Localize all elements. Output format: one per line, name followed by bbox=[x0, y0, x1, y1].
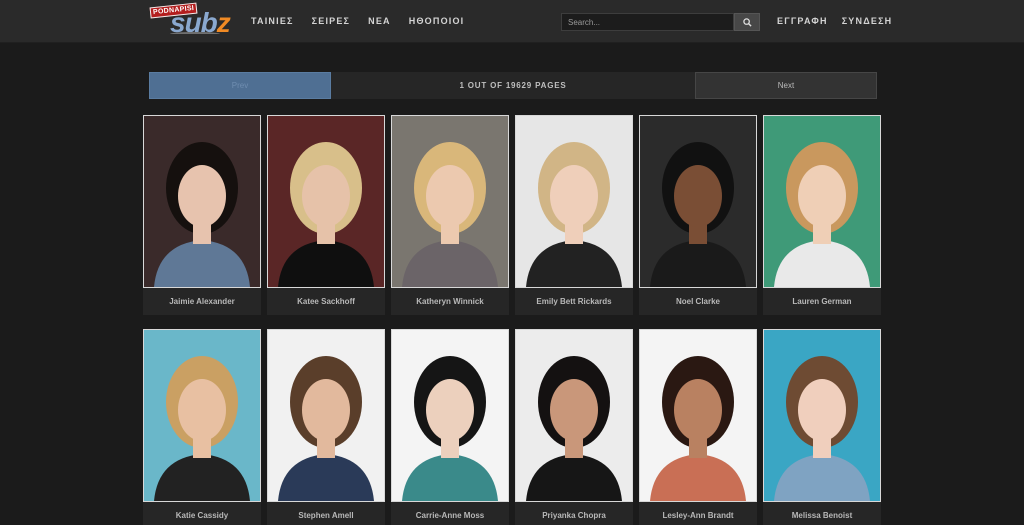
actor-card[interactable]: Lauren German bbox=[763, 115, 881, 315]
actor-name[interactable]: Emily Bett Rickards bbox=[515, 288, 633, 315]
pagination: Prev 1 OUT OF 19629 PAGES Next bbox=[149, 72, 877, 99]
actor-card[interactable]: Melissa Benoist bbox=[763, 329, 881, 525]
login-link[interactable]: ΣΥΝΔΕΣΗ bbox=[842, 16, 893, 26]
actor-photo[interactable] bbox=[639, 329, 757, 502]
actor-name[interactable]: Lauren German bbox=[763, 288, 881, 315]
actor-name[interactable]: Priyanka Chopra bbox=[515, 502, 633, 525]
site-logo[interactable]: PODNAPISI subz bbox=[149, 2, 240, 41]
actor-name[interactable]: Carrie-Anne Moss bbox=[391, 502, 509, 525]
actor-photo[interactable] bbox=[763, 329, 881, 502]
actor-name[interactable]: Katee Sackhoff bbox=[267, 288, 385, 315]
logo-swoosh bbox=[170, 32, 220, 36]
actor-name[interactable]: Lesley-Ann Brandt bbox=[639, 502, 757, 525]
nav-item-movies[interactable]: ΤΑΙΝΙΕΣ bbox=[251, 16, 294, 26]
actor-photo[interactable] bbox=[267, 329, 385, 502]
actor-card[interactable]: Lesley-Ann Brandt bbox=[639, 329, 757, 525]
search-icon bbox=[743, 18, 752, 27]
register-link[interactable]: ΕΓΓΡΑΦΗ bbox=[777, 16, 828, 26]
actor-photo[interactable] bbox=[143, 329, 261, 502]
actor-card[interactable]: Stephen Amell bbox=[267, 329, 385, 525]
main-nav: ΤΑΙΝΙΕΣ ΣΕΙΡΕΣ ΝΕΑ ΗΘΟΠΟΙΟΙ bbox=[251, 16, 464, 26]
actor-card[interactable]: Jaimie Alexander bbox=[143, 115, 261, 315]
actor-name[interactable]: Katie Cassidy bbox=[143, 502, 261, 525]
search-input[interactable] bbox=[561, 13, 734, 31]
search-button[interactable] bbox=[734, 13, 760, 31]
actor-card[interactable]: Carrie-Anne Moss bbox=[391, 329, 509, 525]
actor-photo[interactable] bbox=[391, 115, 509, 288]
actor-name[interactable]: Stephen Amell bbox=[267, 502, 385, 525]
actor-grid: Jaimie Alexander Katee Sackhoff Katheryn W… bbox=[143, 115, 883, 525]
actor-card[interactable]: Katee Sackhoff bbox=[267, 115, 385, 315]
actor-name[interactable]: Jaimie Alexander bbox=[143, 288, 261, 315]
actor-photo[interactable] bbox=[763, 115, 881, 288]
actor-photo[interactable] bbox=[639, 115, 757, 288]
actor-photo[interactable] bbox=[515, 115, 633, 288]
actor-card[interactable]: Priyanka Chopra bbox=[515, 329, 633, 525]
actor-name[interactable]: Melissa Benoist bbox=[763, 502, 881, 525]
actor-card[interactable]: Noel Clarke bbox=[639, 115, 757, 315]
page-info: 1 OUT OF 19629 PAGES bbox=[331, 72, 695, 99]
next-button[interactable]: Next bbox=[695, 72, 877, 99]
actor-card[interactable]: Katheryn Winnick bbox=[391, 115, 509, 315]
actor-photo[interactable] bbox=[515, 329, 633, 502]
nav-item-news[interactable]: ΝΕΑ bbox=[368, 16, 391, 26]
actor-card[interactable]: Emily Bett Rickards bbox=[515, 115, 633, 315]
actor-photo[interactable] bbox=[267, 115, 385, 288]
auth-links: ΕΓΓΡΑΦΗ ΣΥΝΔΕΣΗ bbox=[777, 16, 892, 26]
top-navigation-bar: PODNAPISI subz ΤΑΙΝΙΕΣ ΣΕΙΡΕΣ ΝΕΑ ΗΘΟΠΟΙ… bbox=[0, 0, 1024, 43]
actor-card[interactable]: Katie Cassidy bbox=[143, 329, 261, 525]
actor-photo[interactable] bbox=[143, 115, 261, 288]
actor-photo[interactable] bbox=[391, 329, 509, 502]
actor-name[interactable]: Noel Clarke bbox=[639, 288, 757, 315]
actor-name[interactable]: Katheryn Winnick bbox=[391, 288, 509, 315]
nav-item-series[interactable]: ΣΕΙΡΕΣ bbox=[312, 16, 351, 26]
prev-button[interactable]: Prev bbox=[149, 72, 331, 99]
search-bar bbox=[561, 13, 760, 31]
nav-item-actors[interactable]: ΗΘΟΠΟΙΟΙ bbox=[409, 16, 465, 26]
